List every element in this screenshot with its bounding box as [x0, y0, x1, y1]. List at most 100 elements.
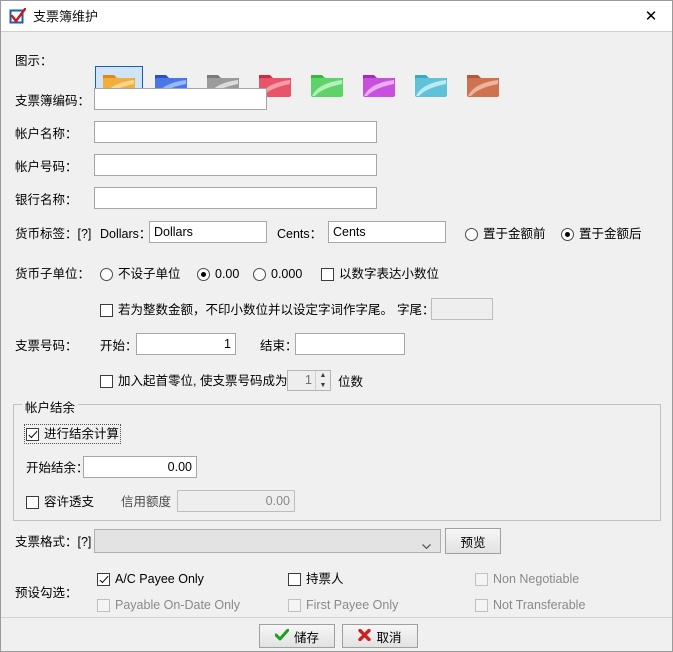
- digits-unit-label: 位数: [338, 375, 364, 389]
- checkbox-ac-payee-only-indicator: [97, 572, 110, 586]
- digit-count-stepper[interactable]: 1 ▲ ▼: [287, 370, 331, 391]
- checkbox-not-transferable-label: Not Transferable: [493, 598, 586, 612]
- checkbox-allow-overdraft-label: 容许透支: [44, 495, 95, 509]
- checkbox-numeric-decimal-label: 以数字表达小数位: [339, 267, 440, 281]
- radio-position-after-label: 置于金额后: [579, 227, 642, 241]
- folder-icon-cyan[interactable]: [414, 72, 448, 100]
- checkbox-whole-amount[interactable]: 若为整数金额，不印小数位并以设定字词作字尾。: [100, 302, 393, 318]
- checkbox-bearer-label: 持票人: [306, 572, 344, 586]
- checkbox-calculate-balance-label: 进行结余计算: [44, 427, 120, 441]
- check-number-start-label: 开始：: [100, 339, 138, 353]
- checkbox-payable-on-date-only-indicator: [97, 598, 110, 612]
- checkbox-bearer[interactable]: 持票人: [288, 571, 344, 587]
- folder-icon-brown[interactable]: [466, 72, 500, 100]
- account-balance-group-title: 帐户结余: [22, 397, 79, 416]
- check-mark-icon: [274, 628, 290, 644]
- radio-three-decimals[interactable]: 0.000: [253, 266, 302, 282]
- radio-no-subunit-label: 不设子单位: [118, 267, 181, 281]
- radio-position-before-indicator: [465, 227, 478, 241]
- currency-label-label: 货币标签：[?]: [15, 227, 92, 241]
- cancel-button[interactable]: 取消: [342, 624, 418, 648]
- check-format-select[interactable]: [94, 529, 441, 553]
- checkbox-non-negotiable: Non Negotiable: [475, 571, 579, 587]
- window-title: 支票簿维护: [33, 9, 99, 24]
- dollars-input[interactable]: Dollars: [149, 221, 267, 243]
- checkbook-maintenance-dialog: 支票簿维护 ✕ 图示： 支票簿编码： 帐户名称： 帐户号码： 银行名称： 货币标…: [0, 0, 673, 652]
- checkbox-allow-overdraft-indicator: [26, 495, 39, 509]
- checkbox-calculate-balance-indicator: [26, 427, 39, 441]
- radio-two-decimals[interactable]: 0.00: [197, 266, 239, 282]
- account-number-input[interactable]: [94, 154, 377, 176]
- cents-label: Cents：: [277, 227, 323, 241]
- radio-two-decimals-label: 0.00: [215, 267, 240, 281]
- checkbox-non-negotiable-label: Non Negotiable: [493, 572, 580, 586]
- checkmark-box-icon: [9, 7, 27, 25]
- account-name-label: 帐户名称：: [15, 127, 78, 141]
- credit-limit-label: 信用额度: [121, 495, 172, 509]
- footer-divider: [1, 617, 672, 618]
- cancel-button-label: 取消: [376, 630, 402, 645]
- stepper-up-icon[interactable]: ▲: [316, 371, 330, 381]
- checkbox-ac-payee-only-label: A/C Payee Only: [115, 572, 204, 586]
- checkbox-leading-zeros[interactable]: 加入起首零位, 使支票号码成为: [100, 373, 287, 389]
- checkbox-allow-overdraft[interactable]: 容许透支: [26, 494, 94, 510]
- credit-limit-input[interactable]: 0.00: [177, 490, 295, 512]
- checkbox-first-payee-only: First Payee Only: [288, 597, 398, 613]
- checkbox-leading-zeros-label: 加入起首零位, 使支票号码成为: [118, 374, 288, 388]
- radio-two-decimals-indicator: [197, 267, 210, 281]
- book-code-label: 支票簿编码：: [15, 94, 91, 108]
- cross-mark-icon: [358, 628, 372, 644]
- check-format-label: 支票格式：[?]: [15, 535, 92, 549]
- radio-no-subunit-indicator: [100, 267, 113, 281]
- checkbox-non-negotiable-indicator: [475, 572, 488, 586]
- radio-position-after[interactable]: 置于金额后: [561, 226, 642, 242]
- close-button[interactable]: ✕: [628, 1, 672, 31]
- book-code-input[interactable]: [94, 88, 267, 110]
- checkbox-first-payee-only-label: First Payee Only: [306, 598, 399, 612]
- radio-three-decimals-indicator: [253, 267, 266, 281]
- check-number-start-input[interactable]: 1: [136, 333, 236, 355]
- suffix-label: 字尾：: [397, 303, 435, 317]
- checkbox-numeric-decimal-indicator: [321, 267, 334, 281]
- stepper-down-icon[interactable]: ▼: [316, 381, 330, 391]
- checkbox-leading-zeros-indicator: [100, 374, 113, 388]
- radio-position-before-label: 置于金额前: [483, 227, 546, 241]
- checkbox-not-transferable: Not Transferable: [475, 597, 585, 613]
- checkbox-ac-payee-only[interactable]: A/C Payee Only: [97, 571, 204, 587]
- save-button[interactable]: 储存: [259, 624, 335, 648]
- check-number-end-label: 结束：: [260, 339, 298, 353]
- suffix-input[interactable]: [431, 298, 493, 320]
- bank-name-label: 银行名称：: [15, 193, 78, 207]
- account-number-label: 帐户号码：: [15, 160, 78, 174]
- opening-balance-label: 开始结余：: [26, 461, 89, 475]
- dollars-label: Dollars：: [100, 227, 152, 241]
- dialog-body: 图示： 支票簿编码： 帐户名称： 帐户号码： 银行名称： 货币标签：[?] Do…: [1, 32, 672, 651]
- cents-input[interactable]: Cents: [328, 221, 446, 243]
- bank-name-input[interactable]: [94, 187, 377, 209]
- folder-icon-purple[interactable]: [362, 72, 396, 100]
- radio-three-decimals-label: 0.000: [271, 267, 303, 281]
- radio-no-subunit[interactable]: 不设子单位: [100, 266, 181, 282]
- radio-position-before[interactable]: 置于金额前: [465, 226, 546, 242]
- checkbox-numeric-decimal[interactable]: 以数字表达小数位: [321, 266, 439, 282]
- checkbox-first-payee-only-indicator: [288, 598, 301, 612]
- check-number-label: 支票号码：: [15, 339, 78, 353]
- preset-checks-label: 预设勾选：: [15, 586, 78, 600]
- chevron-down-icon: [422, 538, 431, 550]
- check-number-end-input[interactable]: [295, 333, 405, 355]
- checkbox-payable-on-date-only: Payable On-Date Only: [97, 597, 240, 613]
- radio-position-after-indicator: [561, 227, 574, 241]
- opening-balance-input[interactable]: 0.00: [83, 456, 197, 478]
- icon-row-label: 图示：: [15, 54, 53, 68]
- checkbox-calculate-balance[interactable]: 进行结余计算: [23, 424, 122, 444]
- stepper-buttons[interactable]: ▲ ▼: [315, 371, 330, 390]
- checkbox-whole-amount-indicator: [100, 303, 113, 317]
- checkbox-whole-amount-label: 若为整数金额，不印小数位并以设定字词作字尾。: [118, 303, 394, 317]
- checkbox-bearer-indicator: [288, 572, 301, 586]
- checkbox-payable-on-date-only-label: Payable On-Date Only: [115, 598, 241, 612]
- account-name-input[interactable]: [94, 121, 377, 143]
- currency-sub-label: 货币子单位：: [15, 267, 91, 281]
- title-bar: 支票簿维护 ✕: [1, 1, 672, 32]
- folder-icon-green[interactable]: [310, 72, 344, 100]
- preview-button[interactable]: 预览: [445, 528, 501, 554]
